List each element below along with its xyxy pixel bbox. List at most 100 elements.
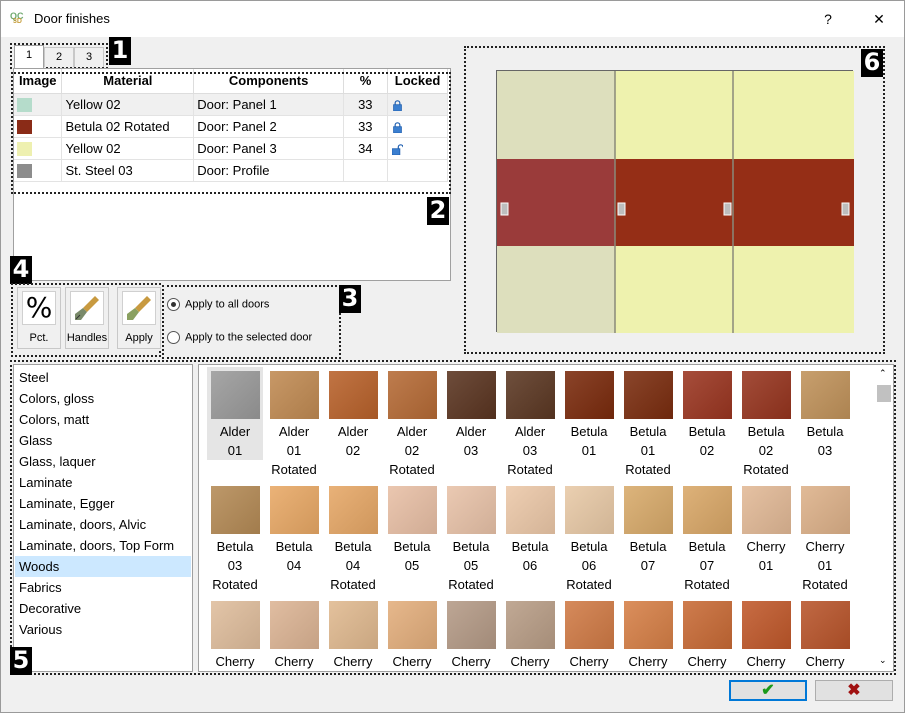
material-thumbnail bbox=[741, 371, 791, 419]
material-name: Betula 01 bbox=[570, 424, 608, 458]
material-thumbnail bbox=[800, 601, 850, 649]
material-tile[interactable]: Betula 05 Rotated bbox=[443, 482, 499, 594]
ok-button[interactable]: ✔ bbox=[729, 680, 807, 701]
material-tile[interactable]: Cherry bbox=[207, 597, 263, 671]
material-thumbnail bbox=[210, 371, 260, 419]
material-tile[interactable]: Betula 03 bbox=[797, 367, 853, 460]
gallery-scrollbar[interactable]: ⌃ ⌄ bbox=[875, 365, 893, 671]
material-tile[interactable]: Alder 02 Rotated bbox=[384, 367, 440, 479]
material-name: Betula 07 Rotated bbox=[684, 539, 730, 592]
material-tile[interactable]: Cherry bbox=[502, 597, 558, 671]
material-tile[interactable]: Cherry bbox=[266, 597, 322, 671]
material-tile[interactable]: Cherry bbox=[679, 597, 735, 671]
material-tile[interactable]: Cherry bbox=[738, 597, 794, 671]
material-thumbnail bbox=[564, 486, 614, 534]
material-tile[interactable]: Betula 07 Rotated bbox=[679, 482, 735, 594]
scroll-up-icon[interactable]: ⌃ bbox=[879, 368, 887, 379]
material-thumbnail bbox=[446, 486, 496, 534]
material-tile[interactable]: Betula 04 Rotated bbox=[325, 482, 381, 594]
handles-label: Handles bbox=[66, 332, 108, 344]
material-name: Cherry bbox=[628, 654, 668, 669]
material-tile[interactable]: Cherry bbox=[384, 597, 440, 671]
close-button[interactable]: ✕ bbox=[864, 7, 894, 31]
material-tile[interactable]: Betula 01 bbox=[561, 367, 617, 460]
radio-apply-selected[interactable]: Apply to the selected door bbox=[167, 331, 312, 344]
material-name: Betula 06 bbox=[511, 539, 549, 573]
callout-5: 5 bbox=[10, 647, 32, 675]
material-tile[interactable]: Betula 01 Rotated bbox=[620, 367, 676, 479]
material-name: Cherry bbox=[392, 654, 432, 669]
material-tile[interactable]: Betula 02 Rotated bbox=[738, 367, 794, 479]
material-name: Betula 02 Rotated bbox=[743, 424, 789, 477]
material-name: Cherry bbox=[569, 654, 609, 669]
material-thumbnail bbox=[682, 371, 732, 419]
apply-button[interactable]: Apply bbox=[117, 287, 161, 349]
radio-dot-all[interactable] bbox=[167, 298, 180, 311]
material-thumbnail bbox=[505, 486, 555, 534]
material-tile[interactable]: Betula 04 bbox=[266, 482, 322, 575]
material-name: Betula 05 Rotated bbox=[448, 539, 494, 592]
material-tile[interactable]: Betula 02 bbox=[679, 367, 735, 460]
material-name: Betula 04 bbox=[275, 539, 313, 573]
help-button[interactable]: ? bbox=[813, 7, 843, 31]
material-name: Cherry bbox=[805, 654, 845, 669]
brush-icon bbox=[122, 291, 156, 325]
scroll-thumb[interactable] bbox=[877, 385, 891, 402]
material-tile[interactable]: Cherry bbox=[620, 597, 676, 671]
material-name: Alder 02 bbox=[337, 424, 369, 458]
material-thumbnail bbox=[623, 601, 673, 649]
material-tile[interactable]: Alder 03 bbox=[443, 367, 499, 460]
material-thumbnail bbox=[328, 486, 378, 534]
material-tile[interactable]: Alder 03 Rotated bbox=[502, 367, 558, 479]
radio-apply-all-label: Apply to all doors bbox=[185, 298, 270, 311]
material-tile[interactable]: Cherry bbox=[325, 597, 381, 671]
material-name: Alder 01 Rotated bbox=[271, 424, 317, 477]
radio-dot-selected[interactable] bbox=[167, 331, 180, 344]
material-name: Betula 01 Rotated bbox=[625, 424, 671, 477]
material-name: Alder 02 Rotated bbox=[389, 424, 435, 477]
material-tile[interactable]: Alder 02 bbox=[325, 367, 381, 460]
material-tile[interactable]: Betula 03 Rotated bbox=[207, 482, 263, 594]
material-thumbnail bbox=[623, 486, 673, 534]
material-thumbnail bbox=[210, 486, 260, 534]
material-name: Cherry bbox=[746, 654, 786, 669]
tab-1[interactable]: 1 bbox=[14, 45, 44, 68]
material-tile[interactable]: Betula 05 bbox=[384, 482, 440, 575]
material-tile[interactable]: Alder 01 Rotated bbox=[266, 367, 322, 479]
material-tile[interactable]: Alder 01 bbox=[207, 367, 263, 460]
radio-apply-all[interactable]: Apply to all doors bbox=[167, 298, 269, 311]
material-tile[interactable]: Betula 07 bbox=[620, 482, 676, 575]
tab-3[interactable]: 3 bbox=[74, 47, 104, 67]
material-thumbnail bbox=[505, 371, 555, 419]
material-thumbnail bbox=[741, 601, 791, 649]
material-thumbnail bbox=[682, 601, 732, 649]
pct-button[interactable]: % Pct. bbox=[17, 287, 61, 349]
material-tile[interactable]: Cherry 01 Rotated bbox=[797, 482, 853, 594]
material-thumbnail bbox=[328, 601, 378, 649]
tab-2[interactable]: 2 bbox=[44, 47, 74, 67]
material-tile[interactable]: Cherry bbox=[561, 597, 617, 671]
handles-button[interactable]: Handles bbox=[65, 287, 109, 349]
material-name: Alder 03 bbox=[455, 424, 487, 458]
material-tile[interactable]: Betula 06 bbox=[502, 482, 558, 575]
material-name: Alder 03 Rotated bbox=[507, 424, 553, 477]
cancel-button[interactable]: ✖ bbox=[815, 680, 893, 701]
material-thumbnail bbox=[387, 371, 437, 419]
material-name: Betula 02 bbox=[688, 424, 726, 458]
material-name: Cherry bbox=[687, 654, 727, 669]
callout-box-2 bbox=[11, 72, 451, 194]
material-thumbnail bbox=[682, 486, 732, 534]
material-gallery: ⌃ ⌄ Alder 01 Alder 01 Rotated Alder 02 Alde… bbox=[198, 364, 894, 672]
apply-label: Apply bbox=[125, 332, 153, 344]
scroll-down-icon[interactable]: ⌄ bbox=[879, 655, 887, 666]
material-name: Betula 03 bbox=[806, 424, 844, 458]
material-name: Cherry 01 Rotated bbox=[802, 539, 848, 592]
material-thumbnail bbox=[623, 371, 673, 419]
callout-1: 1 bbox=[109, 37, 131, 65]
door-preview[interactable] bbox=[496, 70, 854, 333]
material-tile[interactable]: Cherry 01 bbox=[738, 482, 794, 575]
material-tile[interactable]: Cherry bbox=[797, 597, 853, 671]
material-thumbnail bbox=[741, 486, 791, 534]
material-tile[interactable]: Cherry bbox=[443, 597, 499, 671]
material-tile[interactable]: Betula 06 Rotated bbox=[561, 482, 617, 594]
